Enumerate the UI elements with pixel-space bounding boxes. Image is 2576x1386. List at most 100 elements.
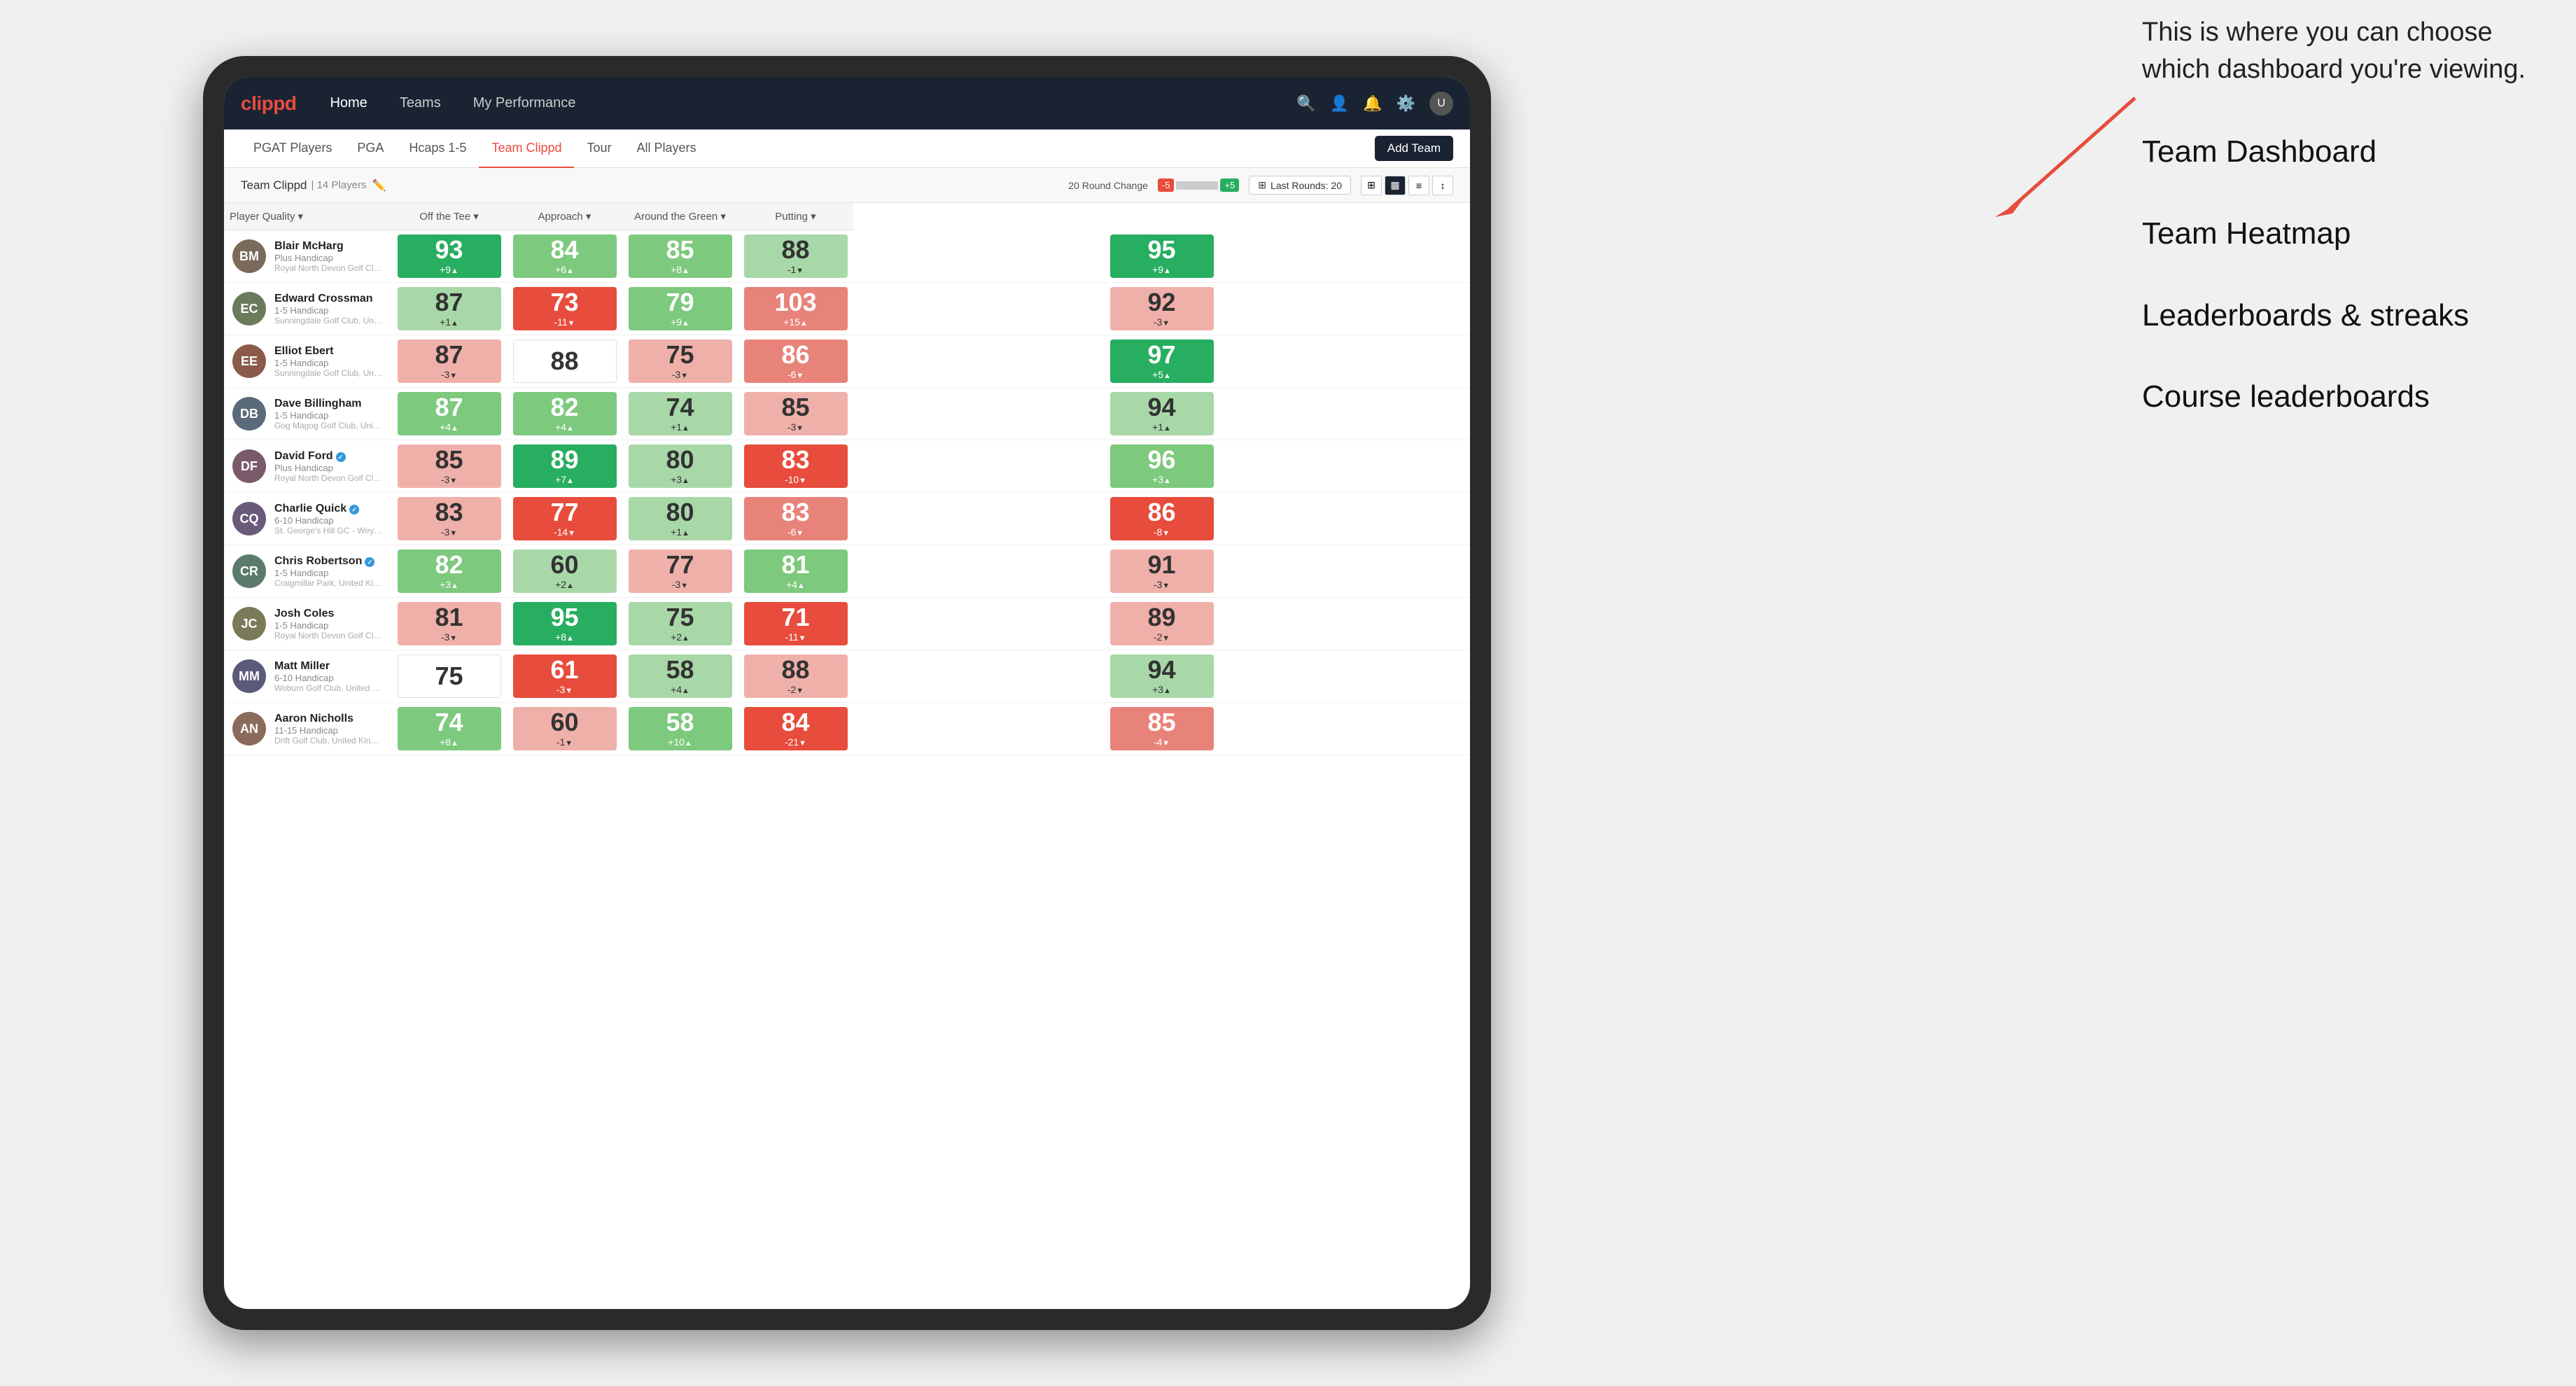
table-row[interactable]: EC Edward Crossman 1-5 Handicap Sunningd… (224, 283, 1470, 335)
score-cell-putting: 95 +9▲ (853, 230, 1470, 283)
change-scale: -5 +5 (1158, 178, 1239, 192)
score-change: -10▼ (785, 474, 806, 485)
score-change: +9▲ (1152, 264, 1171, 275)
score-value: 103 (774, 290, 816, 315)
table-row[interactable]: CQ Charlie Quick✓ 6-10 Handicap St. Geor… (224, 493, 1470, 545)
score-change: +15▲ (783, 316, 808, 328)
score-value: 91 (1147, 552, 1175, 578)
score-box: 74 +1▲ (629, 392, 732, 435)
table-row[interactable]: AN Aaron Nicholls 11-15 Handicap Drift G… (224, 703, 1470, 755)
player-handicap: 6-10 Handicap (274, 515, 383, 526)
scale-pos: +5 (1220, 178, 1239, 192)
score-change: -8▼ (1154, 526, 1170, 538)
score-cell-putting: 96 +3▲ (853, 440, 1470, 493)
search-icon[interactable]: 🔍 (1296, 94, 1315, 113)
score-change: +9▲ (671, 316, 690, 328)
scale-bar (1176, 181, 1218, 190)
data-table: Player Quality ▾ Off the Tee ▾ Approach … (224, 203, 1470, 1309)
scale-neg: -5 (1158, 178, 1175, 192)
player-cell: JC Josh Coles 1-5 Handicap Royal North D… (224, 598, 391, 650)
score-box: 61 -3▼ (513, 654, 617, 698)
player-avatar: EE (232, 344, 266, 378)
settings-icon[interactable]: ⚙️ (1396, 94, 1415, 113)
team-controls: 20 Round Change -5 +5 ⊞ Last Rounds: 20 … (1068, 176, 1453, 195)
score-value: 88 (781, 237, 809, 262)
player-cell: EE Elliot Ebert 1-5 Handicap Sunningdale… (224, 335, 391, 388)
nav-link-myperformance[interactable]: My Performance (468, 92, 582, 114)
score-change: -3▼ (441, 526, 457, 538)
table-row[interactable]: BM Blair McHarg Plus Handicap Royal Nort… (224, 230, 1470, 283)
score-value: 75 (435, 664, 463, 689)
score-value: 93 (435, 237, 463, 262)
score-box: 80 +1▲ (629, 497, 732, 540)
score-cell-approach: 85 +8▲ (622, 230, 738, 283)
table-header-row: Player Quality ▾ Off the Tee ▾ Approach … (224, 203, 1470, 230)
subnav-teamclippd[interactable]: Team Clippd (479, 130, 574, 168)
subnav-pgat[interactable]: PGAT Players (241, 130, 344, 168)
edit-icon[interactable]: ✏️ (372, 178, 386, 192)
player-cell: CQ Charlie Quick✓ 6-10 Handicap St. Geor… (224, 493, 391, 545)
score-value: 94 (1147, 395, 1175, 420)
score-cell-around_green: 88 -2▼ (738, 650, 853, 703)
subnav-hcaps[interactable]: Hcaps 1-5 (396, 130, 479, 168)
subnav-allplayers[interactable]: All Players (624, 130, 709, 168)
player-handicap: 1-5 Handicap (274, 568, 383, 578)
player-name: Aaron Nicholls (274, 713, 383, 725)
score-change: -3▼ (1154, 579, 1170, 590)
bell-icon[interactable]: 🔔 (1363, 94, 1382, 113)
score-value: 94 (1147, 657, 1175, 682)
annotation-item-dashboard: Team Dashboard (2142, 130, 2562, 174)
nav-link-teams[interactable]: Teams (394, 92, 447, 114)
score-box: 60 +2▲ (513, 550, 617, 593)
player-avatar: EC (232, 292, 266, 326)
subnav-pga[interactable]: PGA (344, 130, 396, 168)
top-nav: clippd Home Teams My Performance 🔍 👤 🔔 ⚙… (224, 77, 1470, 130)
logo: clippd (241, 92, 296, 115)
nav-link-home[interactable]: Home (324, 92, 372, 114)
score-box: 75 (398, 654, 501, 698)
score-value: 74 (435, 710, 463, 735)
view-heatmap-button[interactable]: ▦ (1385, 176, 1406, 195)
player-cell: CR Chris Robertson✓ 1-5 Handicap Craigmi… (224, 545, 391, 598)
score-value: 85 (1147, 710, 1175, 735)
player-club: Drift Golf Club, United Kingdom (274, 736, 383, 746)
score-cell-around_green: 83 -6▼ (738, 493, 853, 545)
table-row[interactable]: CR Chris Robertson✓ 1-5 Handicap Craigmi… (224, 545, 1470, 598)
score-cell-putting: 89 -2▼ (853, 598, 1470, 650)
table-row[interactable]: EE Elliot Ebert 1-5 Handicap Sunningdale… (224, 335, 1470, 388)
score-change: +10▲ (668, 736, 692, 748)
last-rounds-button[interactable]: ⊞ Last Rounds: 20 (1249, 176, 1351, 195)
table-row[interactable]: DB Dave Billingham 1-5 Handicap Gog Mago… (224, 388, 1470, 440)
last-rounds-label: Last Rounds: 20 (1270, 180, 1342, 191)
score-box: 85 -3▼ (398, 444, 501, 488)
player-cell: AN Aaron Nicholls 11-15 Handicap Drift G… (224, 703, 391, 755)
header-putting: Putting ▾ (738, 203, 853, 230)
score-cell-around_green: 83 -10▼ (738, 440, 853, 493)
table-row[interactable]: DF David Ford✓ Plus Handicap Royal North… (224, 440, 1470, 493)
score-box: 77 -14▼ (513, 497, 617, 540)
player-handicap: Plus Handicap (274, 253, 383, 263)
player-name: Josh Coles (274, 608, 383, 620)
header-approach: Approach ▾ (507, 203, 622, 230)
score-value: 77 (550, 500, 578, 525)
table-row[interactable]: JC Josh Coles 1-5 Handicap Royal North D… (224, 598, 1470, 650)
score-value: 83 (781, 447, 809, 472)
score-change: +2▲ (555, 579, 574, 590)
score-change: -3▼ (556, 684, 573, 695)
table-icon: ⊞ (1258, 179, 1266, 191)
player-info: Charlie Quick✓ 6-10 Handicap St. George'… (274, 503, 383, 536)
score-box: 75 -3▼ (629, 340, 732, 383)
score-box: 81 -3▼ (398, 602, 501, 645)
header-off-tee: Off the Tee ▾ (391, 203, 507, 230)
table-row[interactable]: MM Matt Miller 6-10 Handicap Woburn Golf… (224, 650, 1470, 703)
user-icon[interactable]: 👤 (1330, 94, 1349, 113)
view-list-button[interactable]: ≡ (1408, 176, 1429, 195)
score-change: +1▲ (671, 526, 690, 538)
avatar[interactable]: U (1429, 92, 1453, 115)
score-cell-putting: 86 -8▼ (853, 493, 1470, 545)
view-expand-button[interactable]: ↕ (1432, 176, 1453, 195)
subnav-tour[interactable]: Tour (574, 130, 624, 168)
add-team-button[interactable]: Add Team (1375, 136, 1453, 161)
player-cell: DB Dave Billingham 1-5 Handicap Gog Mago… (224, 388, 391, 440)
view-grid-button[interactable]: ⊞ (1361, 176, 1382, 195)
